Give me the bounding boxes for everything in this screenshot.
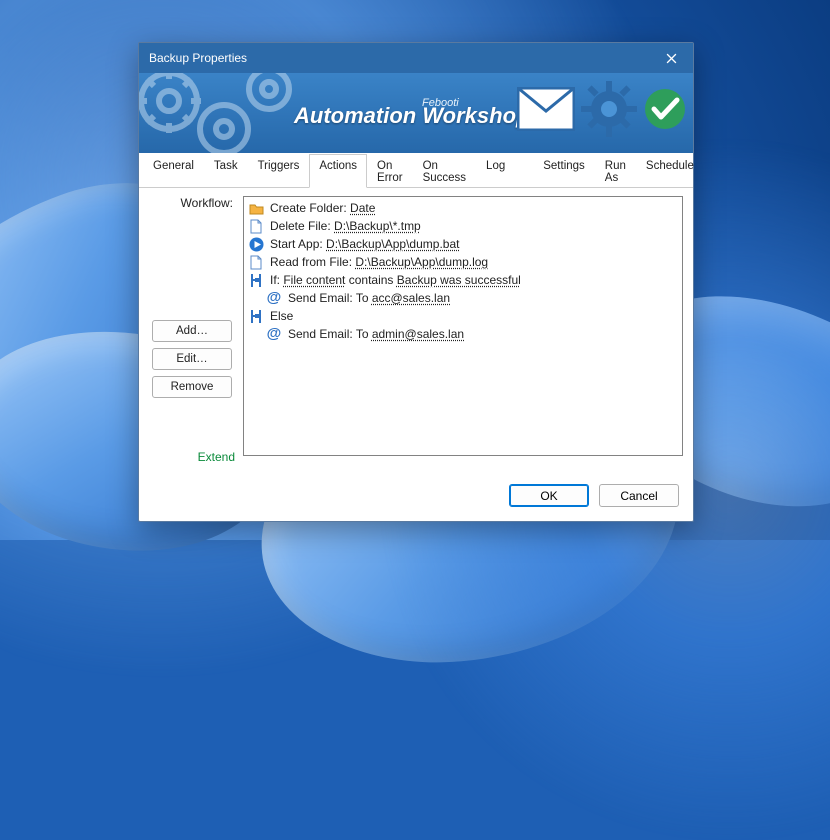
workflow-row[interactable]: @ Send Email: To admin@sales.lan <box>246 325 680 343</box>
tab-schedule[interactable]: Schedule <box>636 154 704 188</box>
tab-actions[interactable]: Actions <box>309 154 367 188</box>
workflow-row-text: Create Folder: Date <box>270 201 375 215</box>
remove-button[interactable]: Remove <box>152 376 232 398</box>
workflow-row[interactable]: @ Send Email: To acc@sales.lan <box>246 289 680 307</box>
tab-log[interactable]: Log <box>476 154 515 188</box>
bracket-icon <box>248 308 264 324</box>
tab-on-success[interactable]: On Success <box>413 154 476 188</box>
close-icon <box>666 53 677 64</box>
gears-decoration-icon <box>139 73 319 153</box>
workflow-row[interactable]: Read from File: D:\Backup\App\dump.log <box>246 253 680 271</box>
workflow-row-text: Send Email: To admin@sales.lan <box>288 327 464 341</box>
bracket-icon <box>248 272 264 288</box>
at-icon: @ <box>266 290 282 306</box>
tab-general[interactable]: General <box>143 154 204 188</box>
tab-task[interactable]: Task <box>204 154 248 188</box>
workflow-row-text: Start App: D:\Backup\App\dump.bat <box>270 237 459 251</box>
workflow-row[interactable]: If: File content contains Backup was suc… <box>246 271 680 289</box>
folder-icon <box>248 200 264 216</box>
workflow-tree[interactable]: Create Folder: Date Delete File: D:\Backu… <box>243 196 683 456</box>
workflow-row[interactable]: Delete File: D:\Backup\*.tmp <box>246 217 680 235</box>
file-icon <box>248 254 264 270</box>
workflow-row-text: Delete File: D:\Backup\*.tmp <box>270 219 421 233</box>
gear-decoration-icon <box>579 79 639 139</box>
add-button[interactable]: Add… <box>152 320 232 342</box>
tab-on-error[interactable]: On Error <box>367 154 413 188</box>
workflow-row-text: If: File content contains Backup was suc… <box>270 273 521 287</box>
ok-button[interactable]: OK <box>509 484 589 507</box>
cancel-button[interactable]: Cancel <box>599 484 679 507</box>
workflow-row-text: Send Email: To acc@sales.lan <box>288 291 450 305</box>
tab-run-as[interactable]: Run As <box>595 154 636 188</box>
workflow-row[interactable]: Start App: D:\Backup\App\dump.bat <box>246 235 680 253</box>
file-icon <box>248 218 264 234</box>
workflow-row[interactable]: Create Folder: Date <box>246 199 680 217</box>
titlebar[interactable]: Backup Properties <box>139 43 693 73</box>
tab-settings[interactable]: Settings <box>533 154 595 188</box>
tab-bar: GeneralTaskTriggersActionsOn ErrorOn Suc… <box>139 153 693 188</box>
close-button[interactable] <box>649 43 693 73</box>
tab-triggers[interactable]: Triggers <box>248 154 310 188</box>
workflow-row-text: Read from File: D:\Backup\App\dump.log <box>270 255 488 269</box>
workflow-row-text: Else <box>270 309 293 323</box>
play-icon <box>248 236 264 252</box>
checkmark-decoration-icon <box>643 87 687 131</box>
banner: Febooti Automation Workshop <box>139 73 693 153</box>
extend-link[interactable]: Extend <box>198 450 235 464</box>
workflow-label: Workflow: <box>181 196 235 210</box>
envelope-decoration-icon <box>517 87 575 131</box>
backup-properties-dialog: Backup Properties Febooti Automation Wor… <box>138 42 694 522</box>
workflow-row[interactable]: Else <box>246 307 680 325</box>
edit-button[interactable]: Edit… <box>152 348 232 370</box>
at-icon: @ <box>266 326 282 342</box>
window-title: Backup Properties <box>149 51 649 65</box>
brand-big: Automation Workshop <box>294 103 529 129</box>
